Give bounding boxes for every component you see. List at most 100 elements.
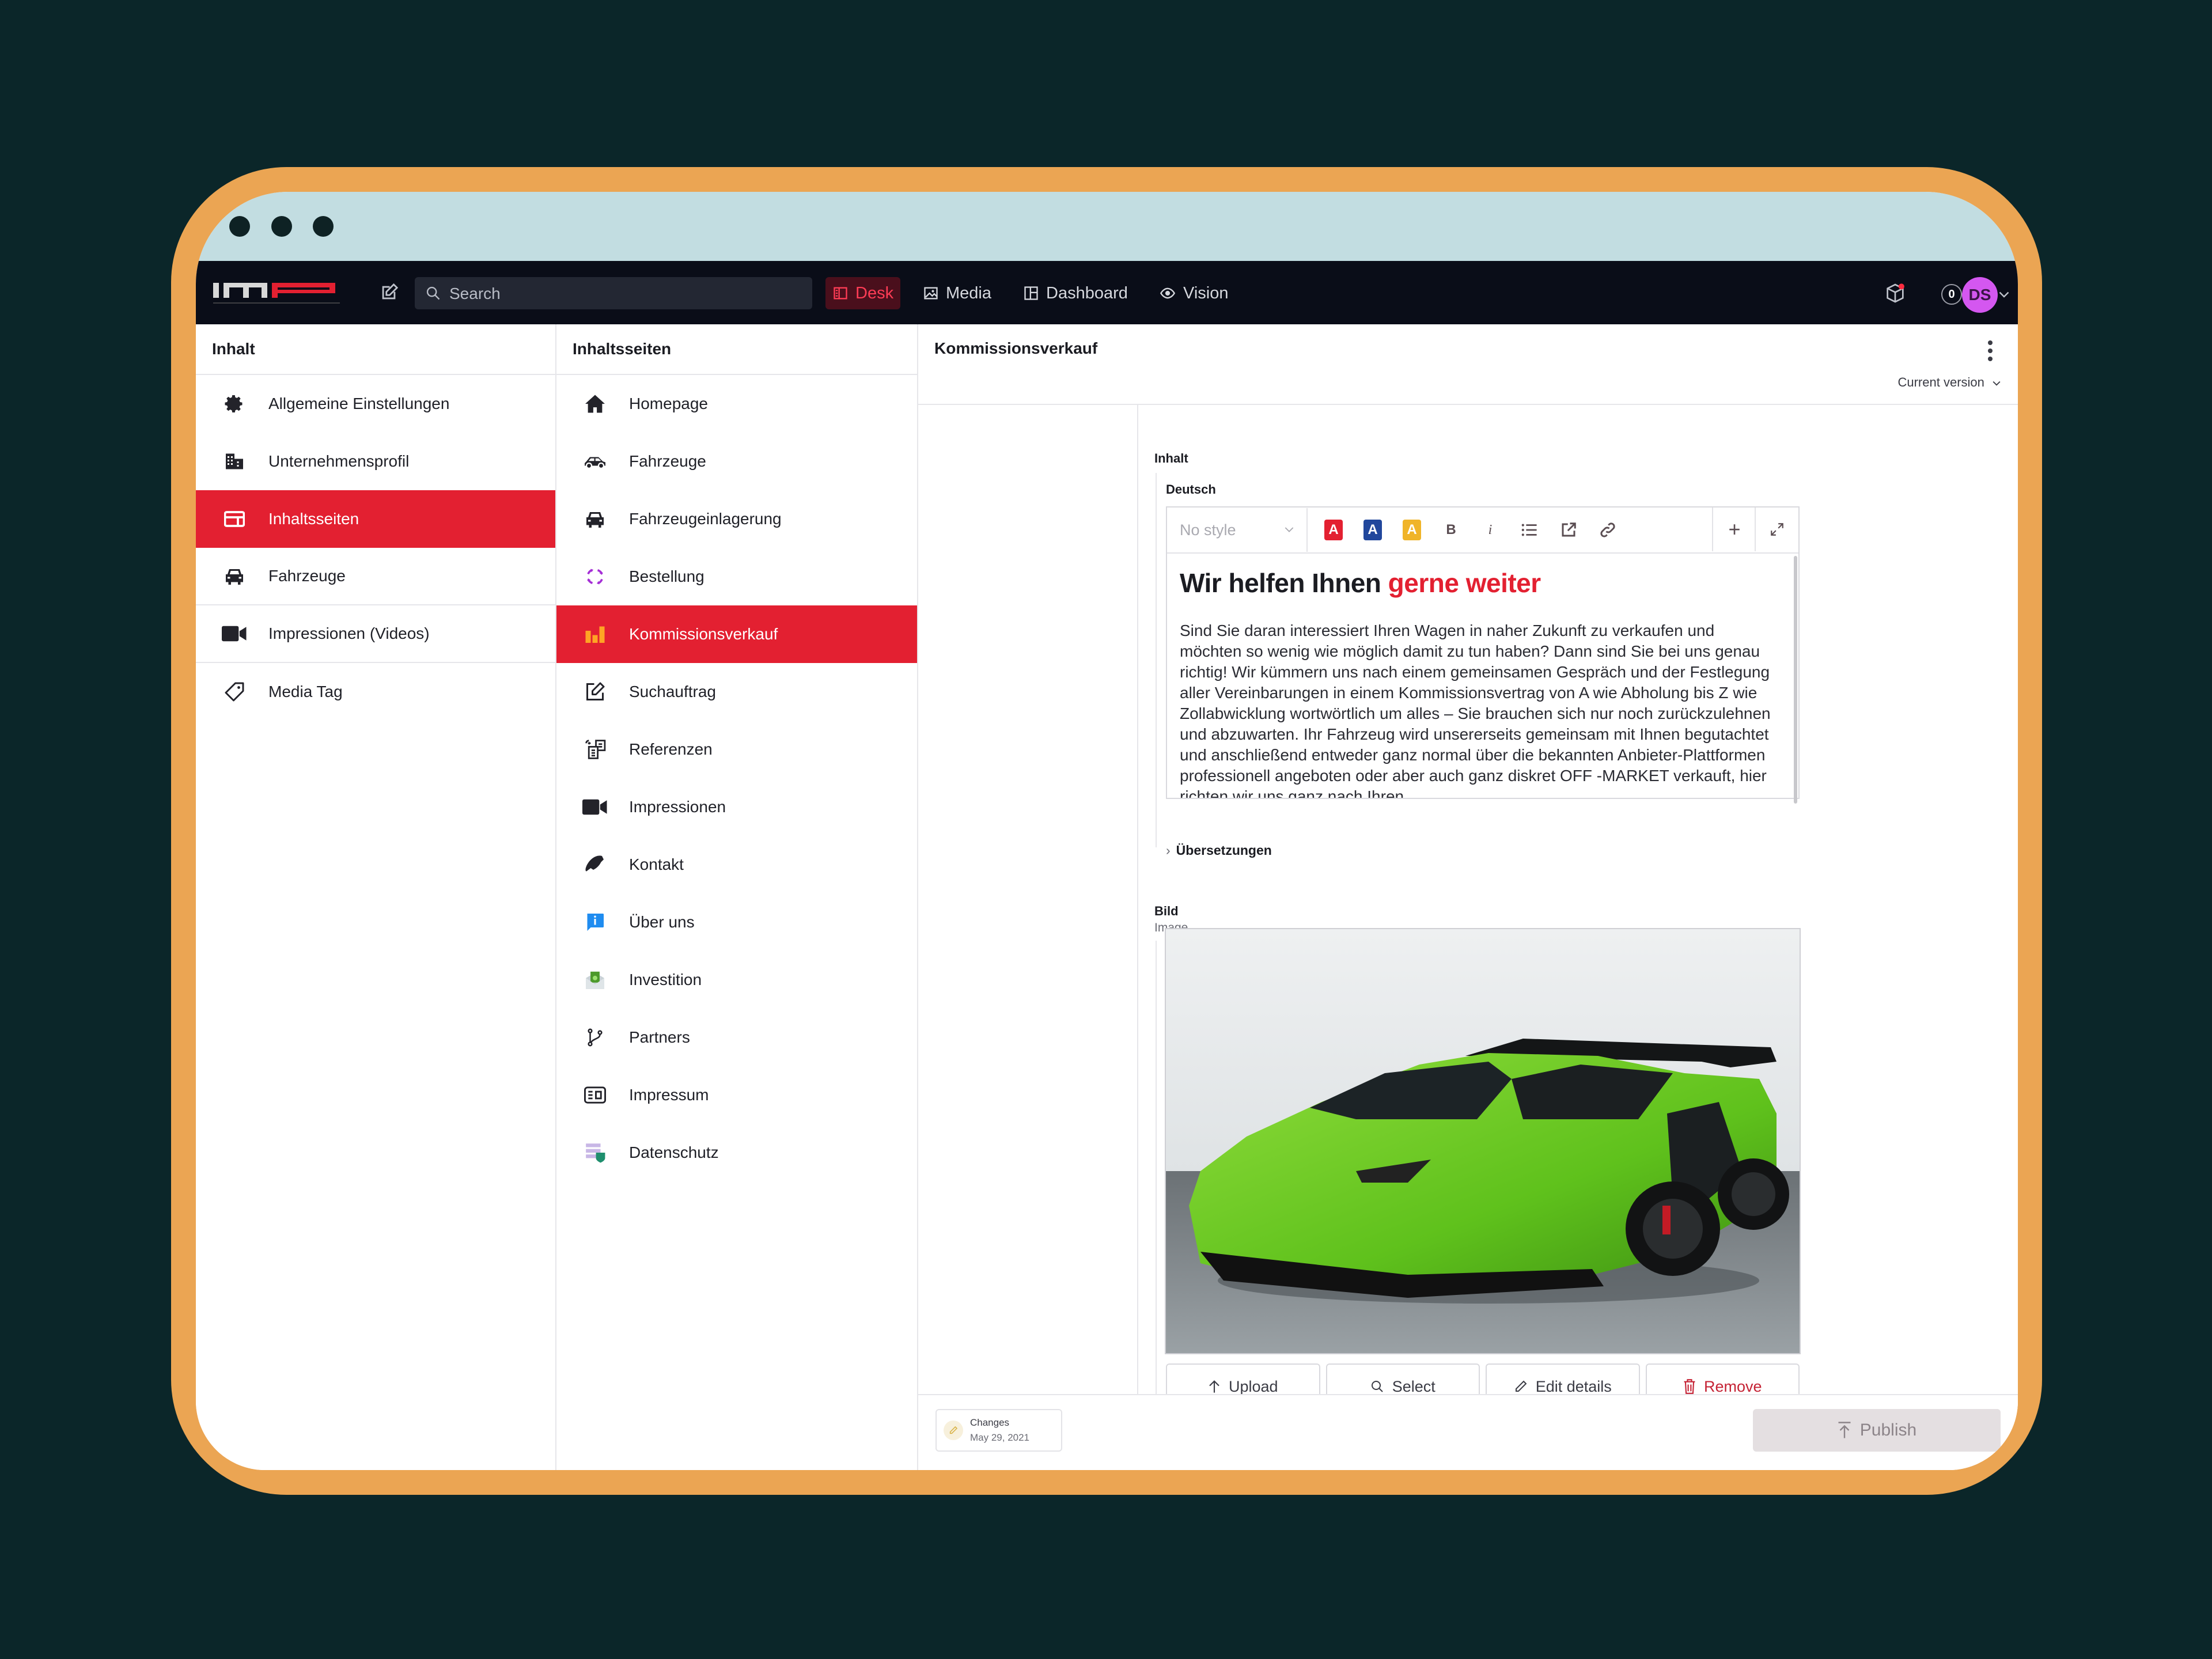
version-selector[interactable]: Current version — [1897, 375, 2001, 390]
search-icon — [426, 286, 440, 300]
nav-item-label: Referenzen — [629, 740, 713, 758]
eye-icon — [1160, 287, 1176, 299]
top-navbar: Search Desk Media Dashboard Vision 0 DS — [196, 261, 2018, 324]
translations-toggle[interactable]: › Übersetzungen — [1166, 843, 1272, 858]
documents-icon — [581, 735, 609, 764]
edit-details-label: Edit details — [1535, 1377, 1612, 1395]
nav-item-partners[interactable]: Partners — [556, 1009, 917, 1066]
window-dot-maximize[interactable] — [313, 216, 334, 237]
window-titlebar — [196, 192, 2018, 261]
chevron-down-icon[interactable] — [1999, 291, 2009, 299]
text-color-yellow-button[interactable]: A — [1399, 517, 1425, 543]
nav-item-impressum[interactable]: Impressum — [556, 1066, 917, 1124]
car-front-icon — [581, 505, 609, 533]
tab-dashboard-label: Dashboard — [1046, 283, 1128, 302]
link-button[interactable] — [1594, 517, 1621, 543]
insert-button[interactable]: + — [1712, 507, 1756, 551]
translations-label: Übersetzungen — [1176, 843, 1272, 858]
nav-item-datenschutz[interactable]: Datenschutz — [556, 1124, 917, 1181]
nav-item-ueber-uns[interactable]: Über uns — [556, 893, 917, 951]
nav-item-homepage[interactable]: Homepage — [556, 375, 917, 433]
remove-button[interactable]: Remove — [1645, 1363, 1800, 1395]
git-branch-icon — [581, 1023, 609, 1052]
nav-item-label: Impressionen (Videos) — [268, 624, 430, 642]
tab-dashboard[interactable]: Dashboard — [1016, 277, 1135, 309]
notification-count-badge[interactable]: 0 — [1941, 284, 1962, 305]
search-placeholder: Search — [449, 285, 501, 302]
image-icon — [924, 287, 938, 300]
select-button[interactable]: Select — [1325, 1363, 1480, 1395]
bar-chart-icon — [581, 620, 609, 649]
heading-highlight-text: gerne weiter — [1388, 568, 1541, 598]
image-actions: Upload Select Edit details Remove — [1166, 1363, 1800, 1395]
chevron-down-icon — [1993, 381, 2001, 386]
nav-item-label: Über uns — [629, 913, 695, 931]
tab-vision[interactable]: Vision — [1152, 277, 1235, 309]
bullet-list-button[interactable] — [1516, 517, 1543, 543]
nav-item-fahrzeugeinlagerung[interactable]: Fahrzeugeinlagerung — [556, 490, 917, 548]
car-side-icon — [581, 447, 609, 476]
nav-item-fahrzeuge[interactable]: Fahrzeuge — [196, 548, 555, 605]
nav-item-referenzen[interactable]: Referenzen — [556, 721, 917, 778]
rich-text-editor[interactable]: No style A A A B i + Wir helfen Ihnen ge… — [1166, 506, 1800, 804]
tab-media[interactable]: Media — [916, 277, 998, 309]
tab-desk-label: Desk — [855, 283, 894, 302]
video-icon — [220, 619, 249, 648]
editor-content[interactable]: Wir helfen Ihnen gerne weiter Sind Sie d… — [1167, 554, 1793, 798]
external-link-button[interactable] — [1555, 517, 1582, 543]
nav-item-kontakt[interactable]: Kontakt — [556, 836, 917, 893]
form-gutter-divider — [1137, 405, 1138, 1395]
nav-item-kommissionsverkauf[interactable]: Kommissionsverkauf — [556, 605, 917, 663]
tab-desk[interactable]: Desk — [825, 277, 901, 309]
more-menu-icon[interactable] — [1984, 339, 1996, 362]
nav-item-suchauftrag[interactable]: Suchauftrag — [556, 663, 917, 721]
data-shield-icon — [581, 1138, 609, 1167]
nav-item-investition[interactable]: Investition — [556, 951, 917, 1009]
style-dropdown[interactable]: No style — [1167, 508, 1308, 552]
brand-logo[interactable] — [213, 278, 346, 308]
compose-icon[interactable] — [379, 283, 399, 302]
nav-item-media-tag[interactable]: Media Tag — [196, 663, 555, 721]
building-icon — [220, 447, 249, 476]
publish-label: Publish — [1859, 1421, 1917, 1440]
edit-details-button[interactable]: Edit details — [1486, 1363, 1640, 1395]
bold-button[interactable]: B — [1438, 517, 1464, 543]
editor-scrollbar[interactable] — [1794, 556, 1797, 804]
pane-title: Inhalt — [196, 324, 555, 375]
fullscreen-button[interactable] — [1755, 507, 1798, 551]
italic-button[interactable]: i — [1477, 517, 1503, 543]
text-color-red-button[interactable]: A — [1320, 517, 1347, 543]
nav-item-unternehmensprofil[interactable]: Unternehmensprofil — [196, 433, 555, 490]
upload-button[interactable]: Upload — [1166, 1363, 1320, 1395]
window-dot-minimize[interactable] — [271, 216, 292, 237]
user-avatar[interactable]: DS — [1962, 277, 1998, 313]
bold-icon: B — [1446, 522, 1456, 537]
version-label: Current version — [1897, 375, 1984, 389]
window-dot-close[interactable] — [229, 216, 250, 237]
nav-item-label: Bestellung — [629, 567, 704, 585]
nav-item-bestellung[interactable]: Bestellung — [556, 548, 917, 605]
nav-item-fahrzeuge[interactable]: Fahrzeuge — [556, 433, 917, 490]
expand-icon — [1771, 523, 1783, 536]
package-notification-icon[interactable] — [1884, 282, 1907, 305]
nav-item-label: Fahrzeuge — [629, 452, 706, 470]
bullet-list-icon — [1521, 524, 1537, 536]
changes-badge[interactable]: Changes May 29, 2021 — [935, 1409, 1062, 1452]
text-color-blue-button[interactable]: A — [1359, 517, 1386, 543]
edit-icon — [581, 677, 609, 706]
publish-button[interactable]: Publish — [1753, 1409, 2001, 1452]
nav-item-impressionen[interactable]: Impressionen — [556, 778, 917, 836]
nav-item-impressionen-videos[interactable]: Impressionen (Videos) — [196, 605, 555, 663]
search-input[interactable]: Search — [415, 277, 812, 309]
changes-label: Changes — [970, 1417, 1010, 1428]
nav-item-inhaltsseiten[interactable]: Inhaltsseiten — [196, 490, 555, 548]
document-list-pane: Inhaltsseiten Homepage Fahrzeuge Fahrzeu… — [556, 324, 918, 1470]
image-preview[interactable] — [1165, 928, 1801, 1354]
nav-item-allgemeine-einstellungen[interactable]: Allgemeine Einstellungen — [196, 375, 555, 433]
document-editor-pane: Kommissionsverkauf Current version Inhal… — [918, 324, 2018, 1470]
italic-icon: i — [1488, 522, 1493, 537]
content-paragraph: Sind Sie daran interessiert Ihren Wagen … — [1180, 622, 1771, 798]
pane-title: Inhaltsseiten — [556, 324, 917, 375]
nav-item-label: Impressionen — [629, 798, 726, 816]
field-group-divider — [1156, 941, 1157, 1395]
